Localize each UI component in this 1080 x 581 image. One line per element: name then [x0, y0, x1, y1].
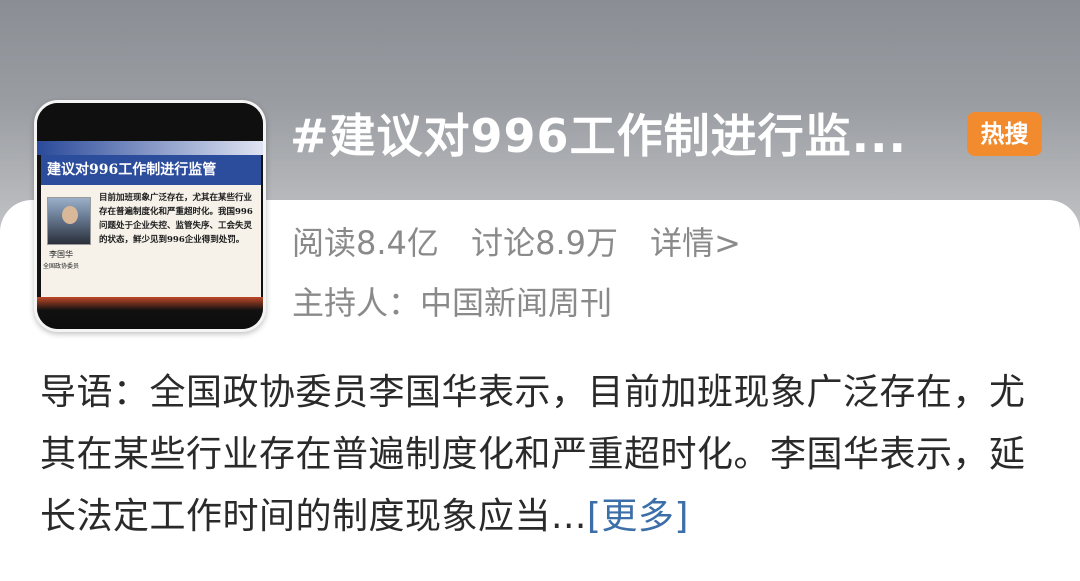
topic-intro: 导语：全国政协委员李国华表示，目前加班现象广泛存在，尤其在某些行业存在普遍制度化…	[40, 362, 1040, 548]
cover-stripe	[37, 141, 263, 155]
topic-stats: 阅读8.4亿 讨论8.9万 详情>	[292, 220, 763, 266]
topic-cover-image[interactable]: 建议对996工作制进行监管 李国华 全国政协委员 目前加班现象广泛存在，尤其在某…	[34, 100, 266, 332]
cover-person-name: 李国华	[49, 250, 73, 259]
cover-banner: 建议对996工作制进行监管	[41, 155, 261, 185]
cover-quote: 目前加班现象广泛存在，尤其在某些行业存在普遍制度化和严重超时化。我国996问题处…	[99, 193, 253, 245]
cover-graphic: 建议对996工作制进行监管 李国华 全国政协委员 目前加班现象广泛存在，尤其在某…	[37, 103, 263, 329]
cover-body: 李国华 全国政协委员 目前加班现象广泛存在，尤其在某些行业存在普遍制度化和严重超…	[41, 185, 261, 297]
topic-title[interactable]: #建议对996工作制进行监...	[290, 106, 950, 166]
cover-top-bar	[37, 103, 263, 145]
read-count: 阅读8.4亿	[292, 224, 439, 262]
intro-text: 导语：全国政协委员李国华表示，目前加班现象广泛存在，尤其在某些行业存在普遍制度化…	[40, 372, 1026, 537]
discussion-count: 讨论8.9万	[471, 224, 618, 262]
hot-search-badge: 热搜	[967, 112, 1042, 156]
topic-host[interactable]: 主持人：中国新闻周刊	[292, 280, 612, 326]
cover-person-role: 全国政协委员	[43, 263, 80, 270]
cover-bottom-bar	[37, 297, 263, 329]
more-link[interactable]: [更多]	[587, 496, 689, 537]
detail-link[interactable]: 详情>	[650, 224, 741, 262]
cover-portrait	[47, 197, 91, 245]
